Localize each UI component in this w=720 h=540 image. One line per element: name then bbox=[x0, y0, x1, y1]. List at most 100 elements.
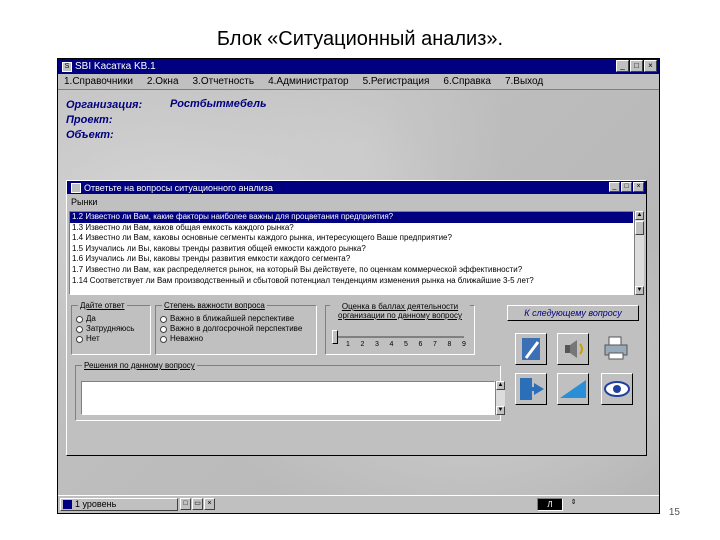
dialog-close-button[interactable]: × bbox=[633, 182, 644, 192]
taskbar: 1 уровень □ ▭ × Л ⇕ bbox=[58, 495, 659, 513]
score-slider-track[interactable] bbox=[334, 336, 464, 338]
answer-no-radio[interactable]: Нет bbox=[76, 334, 134, 344]
importance-group-title: Степень важности вопроса bbox=[162, 301, 267, 310]
answer-unsure-radio[interactable]: Затрудняюсь bbox=[76, 324, 134, 334]
maximize-button[interactable]: □ bbox=[630, 60, 643, 72]
importance-group: Степень важности вопроса Важно в ближайш… bbox=[155, 301, 317, 355]
question-scrollbar[interactable]: ▲ ▼ bbox=[634, 211, 644, 295]
radio-label: Да bbox=[86, 314, 96, 323]
solution-scrollbar[interactable]: ▲ ▼ bbox=[495, 381, 505, 415]
app-icon: S bbox=[62, 61, 72, 72]
tick-label: 8 bbox=[447, 341, 452, 348]
list-item[interactable]: 1.5 Изучались ли Вы, каковы тренды разви… bbox=[70, 244, 633, 255]
dialog-maximize-button[interactable]: □ bbox=[621, 182, 632, 192]
tick-label: 1 bbox=[346, 341, 350, 348]
radio-icon bbox=[76, 315, 83, 323]
scroll-up-icon[interactable]: ▲ bbox=[496, 381, 505, 390]
taskbar-maximize-button[interactable]: ▭ bbox=[192, 498, 203, 510]
radio-icon bbox=[76, 335, 83, 343]
radio-icon bbox=[160, 335, 167, 343]
list-item[interactable]: 1.7 Известно ли Вам, как распределяется … bbox=[70, 265, 633, 276]
tick-label: 7 bbox=[433, 341, 437, 348]
taskbar-item-level[interactable]: 1 уровень bbox=[60, 498, 178, 511]
list-item[interactable]: 1.6 Изучались ли Вы, каковы тренды разви… bbox=[70, 254, 633, 265]
menu-exit[interactable]: 7.Выход bbox=[505, 76, 543, 87]
scroll-up-icon[interactable]: ▲ bbox=[635, 211, 644, 220]
workspace: Организация: Проект: Объект: Ростбытмебе… bbox=[58, 90, 659, 495]
main-window: S SBI Kaсатка KB.1 _ □ × 1.Справочники 2… bbox=[57, 58, 660, 514]
menu-reports[interactable]: 3.Отчетность bbox=[193, 76, 255, 87]
window-icon bbox=[63, 500, 72, 509]
tray-indicator[interactable]: Л bbox=[537, 498, 563, 511]
menu-references[interactable]: 1.Справочники bbox=[64, 76, 133, 87]
dialog-minimize-button[interactable]: _ bbox=[609, 182, 620, 192]
score-group: Оценка в баллах деятельности организации… bbox=[325, 302, 475, 355]
taskbar-restore-button[interactable]: □ bbox=[180, 498, 191, 510]
tick-label: 2 bbox=[360, 341, 365, 348]
importance-long-radio[interactable]: Важно в долгосрочной перспективе bbox=[160, 324, 302, 334]
slide-number: 15 bbox=[668, 507, 680, 518]
eye-icon bbox=[604, 381, 630, 397]
print-button[interactable] bbox=[601, 333, 633, 365]
minimize-button[interactable]: _ bbox=[616, 60, 629, 72]
edit-button[interactable] bbox=[515, 333, 547, 365]
organization-label: Организация: bbox=[66, 99, 143, 111]
organization-value: Ростбытмебель bbox=[170, 98, 267, 110]
arrow-icon bbox=[560, 380, 586, 398]
solution-textarea[interactable] bbox=[81, 381, 495, 415]
score-slider-thumb[interactable] bbox=[332, 330, 338, 344]
scroll-down-icon[interactable]: ▼ bbox=[635, 286, 644, 295]
radio-label: Неважно bbox=[170, 334, 204, 343]
question-list[interactable]: 1.2 Известно ли Вам, какие факторы наибо… bbox=[69, 211, 634, 295]
tick-label: 5 bbox=[404, 341, 408, 348]
importance-near-radio[interactable]: Важно в ближайшей перспективе bbox=[160, 314, 302, 324]
slide-title: Блок «Ситуационный анализ». bbox=[216, 28, 504, 50]
sound-button[interactable] bbox=[557, 333, 589, 365]
speaker-icon bbox=[565, 340, 583, 358]
section-label: Рынки bbox=[71, 197, 98, 207]
tick-label: 9 bbox=[462, 341, 466, 348]
object-label: Объект: bbox=[66, 129, 114, 141]
main-titlebar[interactable]: S SBI Kaсатка KB.1 _ □ × bbox=[58, 59, 659, 74]
list-item[interactable]: 1.4 Известно ли Вам, каковы основные сег… bbox=[70, 233, 633, 244]
menu-admin[interactable]: 4.Администратор bbox=[268, 76, 349, 87]
tick-label: 4 bbox=[389, 341, 394, 348]
score-group-title: Оценка в баллах деятельности организации… bbox=[330, 302, 470, 320]
situation-analysis-dialog: Ответьте на вопросы ситуационного анализ… bbox=[66, 180, 647, 456]
exit-button[interactable] bbox=[515, 373, 547, 405]
radio-label: Нет bbox=[86, 334, 100, 343]
next-question-button[interactable]: К следующему вопросу bbox=[507, 305, 639, 321]
dialog-title: Ответьте на вопросы ситуационного анализ… bbox=[84, 182, 273, 193]
score-ticks: 1 2 3 4 5 6 7 8 9 bbox=[346, 341, 466, 348]
menubar: 1.Справочники 2.Окна 3.Отчетность 4.Адми… bbox=[58, 74, 659, 90]
taskbar-close-button[interactable]: × bbox=[204, 498, 215, 510]
importance-none-radio[interactable]: Неважно bbox=[160, 334, 302, 344]
radio-icon bbox=[160, 315, 167, 323]
dialog-icon bbox=[71, 182, 81, 193]
radio-label: Важно в ближайшей перспективе bbox=[170, 314, 295, 323]
menu-registration[interactable]: 5.Регистрация bbox=[363, 76, 430, 87]
view-button[interactable] bbox=[601, 373, 633, 405]
project-label: Проект: bbox=[66, 114, 113, 126]
answer-group-title: Дайте ответ bbox=[78, 301, 127, 310]
scroll-thumb[interactable] bbox=[635, 221, 644, 235]
back-button[interactable] bbox=[557, 373, 589, 405]
tick-label: 3 bbox=[375, 341, 379, 348]
radio-label: Важно в долгосрочной перспективе bbox=[170, 324, 303, 333]
printer-icon bbox=[604, 336, 628, 360]
list-item[interactable]: 1.14 Соответствует ли Вам производственн… bbox=[70, 276, 633, 287]
menu-help[interactable]: 6.Справка bbox=[443, 76, 491, 87]
menu-windows[interactable]: 2.Окна bbox=[147, 76, 179, 87]
solution-group-title: Решения по данному вопросу bbox=[82, 361, 197, 370]
tray-spin-icon[interactable]: ⇕ bbox=[568, 498, 579, 510]
dialog-titlebar[interactable]: Ответьте на вопросы ситуационного анализ… bbox=[67, 181, 646, 194]
door-icon bbox=[520, 378, 544, 400]
list-item[interactable]: 1.2 Известно ли Вам, какие факторы наибо… bbox=[70, 212, 633, 223]
close-button[interactable]: × bbox=[644, 60, 657, 72]
taskbar-item-label: 1 уровень bbox=[75, 499, 117, 509]
tick-label: 6 bbox=[418, 341, 423, 348]
scroll-down-icon[interactable]: ▼ bbox=[496, 406, 505, 415]
list-item[interactable]: 1.3 Известно ли Вам, каков общая емкость… bbox=[70, 223, 633, 234]
pen-icon bbox=[522, 338, 540, 360]
answer-yes-radio[interactable]: Да bbox=[76, 314, 134, 324]
